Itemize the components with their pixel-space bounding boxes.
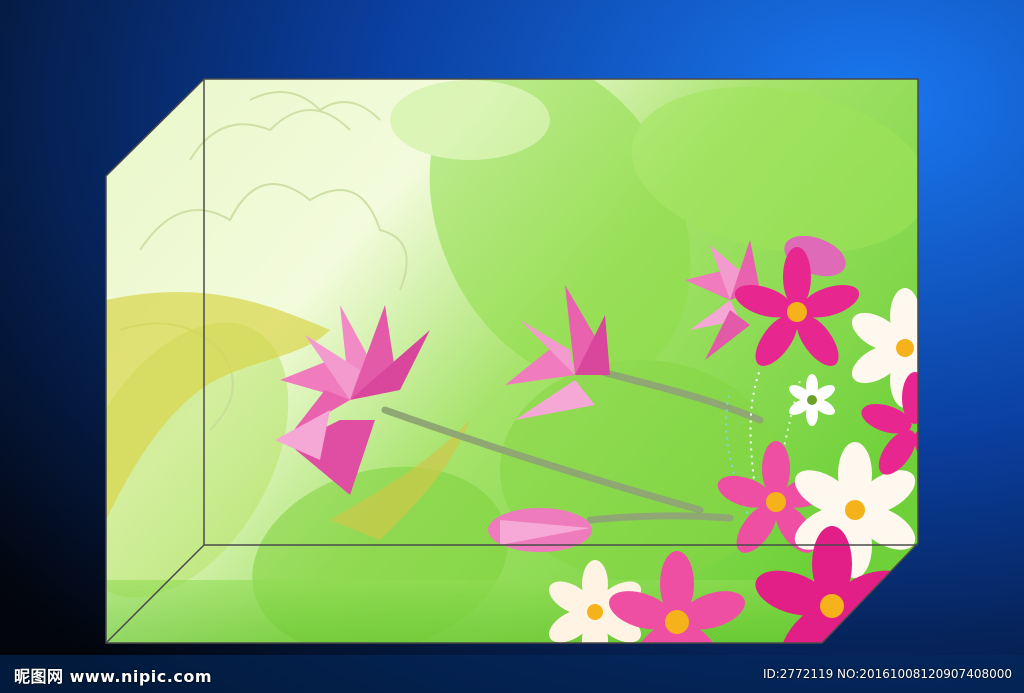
watermark-id: ID:2772119 NO:20161008120907408000 [762,667,1012,681]
watermark-logo: 昵图网 www.nipic.com [14,667,212,686]
box-panel [106,79,918,643]
flower-box-illustration [105,78,919,644]
